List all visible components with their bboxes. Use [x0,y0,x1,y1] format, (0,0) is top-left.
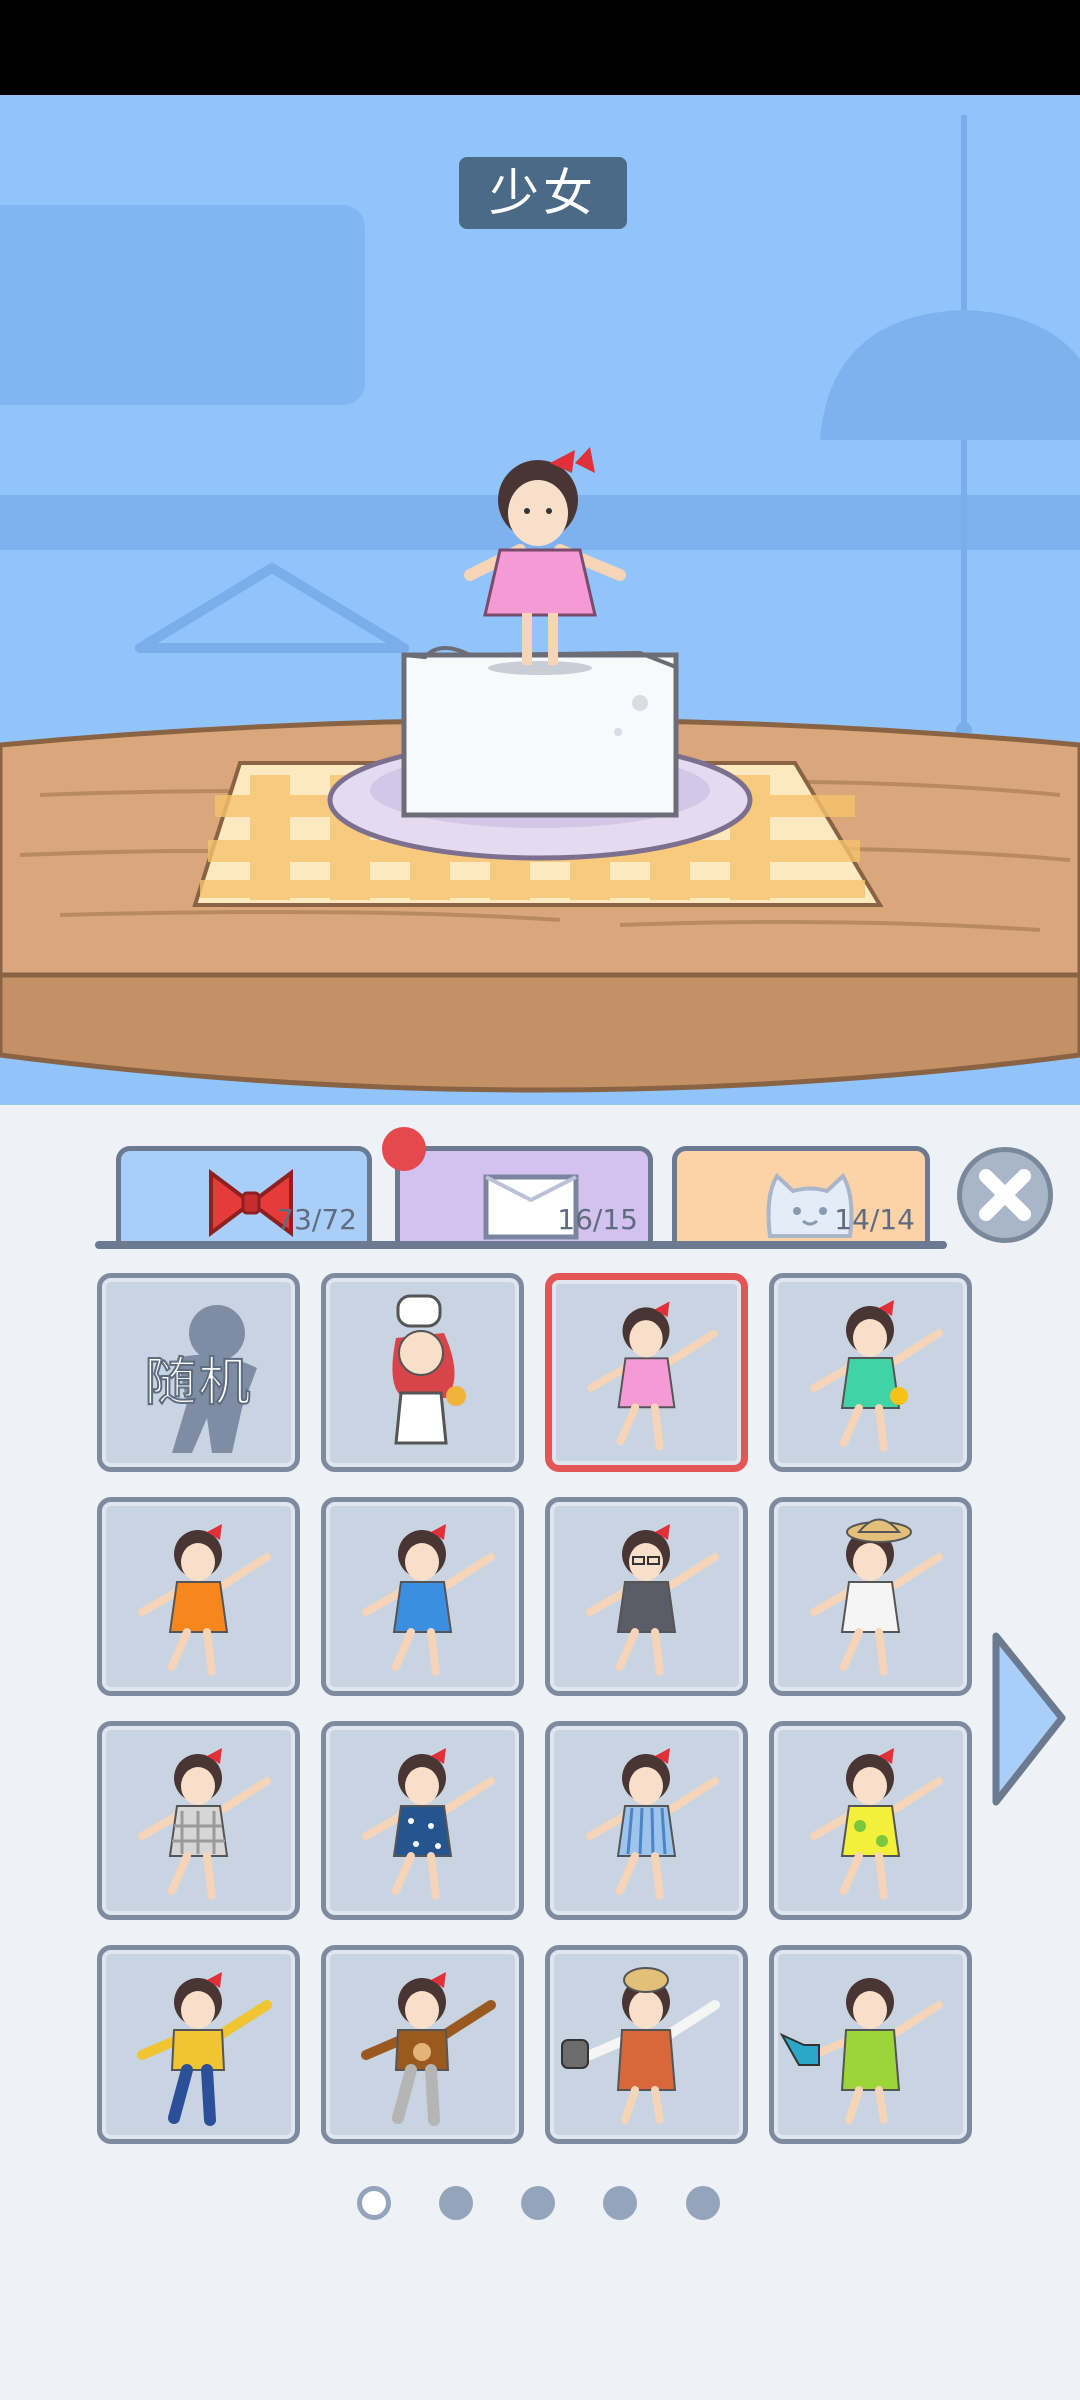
page-dot-2[interactable] [439,2186,473,2220]
girl-bear-sweater-icon [361,1972,496,2126]
stage-scene: 少女 [0,95,1080,1115]
close-button[interactable] [957,1147,1053,1243]
tab-outfits-count: 73/72 [276,1203,357,1236]
notification-badge [382,1127,426,1171]
outfit-cell-yellow-hoodie[interactable] [97,1945,300,2144]
tab-pets-count: 14/14 [834,1203,915,1236]
page-dot-3[interactable] [521,2186,555,2220]
tab-pedestals-count: 16/15 [557,1203,638,1236]
page-dot-1[interactable] [357,2186,391,2220]
outfit-cell-green-apron-watering-can[interactable] [769,1945,972,2144]
girl-yellow-hoodie-icon [137,1972,272,2126]
girl-blue-dress-icon [362,1524,495,1676]
girl-green-dress-icon [810,1300,943,1452]
page-dot-4[interactable] [603,2186,637,2220]
close-icon [979,1169,1031,1221]
random-label: 随机 [143,1352,253,1414]
outfit-cell-pink-dress[interactable] [545,1273,748,1472]
outfit-cell-blue-dress[interactable] [321,1497,524,1696]
outfit-cell-bear-sweater[interactable] [321,1945,524,2144]
chef-character-icon [392,1294,466,1445]
outfit-cell-checkered-dress[interactable] [97,1721,300,1920]
girl-apron-kettle-icon [561,1967,720,2124]
outfit-cell-orange-dress[interactable] [97,1497,300,1696]
tab-underline [95,1241,947,1249]
status-bar [0,0,1080,95]
girl-green-apron-icon [779,1978,943,2124]
girl-polka-dot-dress-icon [362,1748,495,1900]
tab-pedestals[interactable]: 16/15 [395,1146,653,1242]
next-page-arrow-icon[interactable] [990,1630,1070,1810]
girl-orange-dress-icon [138,1524,271,1676]
girl-checkered-dress-icon [138,1748,271,1900]
tab-pets[interactable]: 14/14 [672,1146,930,1242]
tab-outfits[interactable]: 73/72 [116,1146,372,1242]
outfit-cell-gray-dress-glasses[interactable] [545,1497,748,1696]
girl-white-dress-icon [810,1518,943,1676]
girl-striped-dress-icon [586,1748,719,1900]
girl-pink-dress-icon [587,1301,718,1451]
girl-yellow-dress-icon [810,1748,943,1900]
character-title-badge: 少女 [459,157,627,229]
outfit-cell-green-dress[interactable] [769,1273,972,1472]
outfit-cell-chef[interactable] [321,1273,524,1472]
outfit-cell-polka-dot-dress[interactable] [321,1721,524,1920]
outfit-cell-striped-dress[interactable] [545,1721,748,1920]
outfit-cell-white-dress-straw-hat[interactable] [769,1497,972,1696]
girl-gray-dress-icon [586,1524,719,1676]
outfit-cell-yellow-floral-dress[interactable] [769,1721,972,1920]
outfit-cell-apron-with-kettle[interactable] [545,1945,748,2144]
page-dot-5[interactable] [686,2186,720,2220]
outfit-cell-random[interactable]: 随机 [97,1273,300,1472]
